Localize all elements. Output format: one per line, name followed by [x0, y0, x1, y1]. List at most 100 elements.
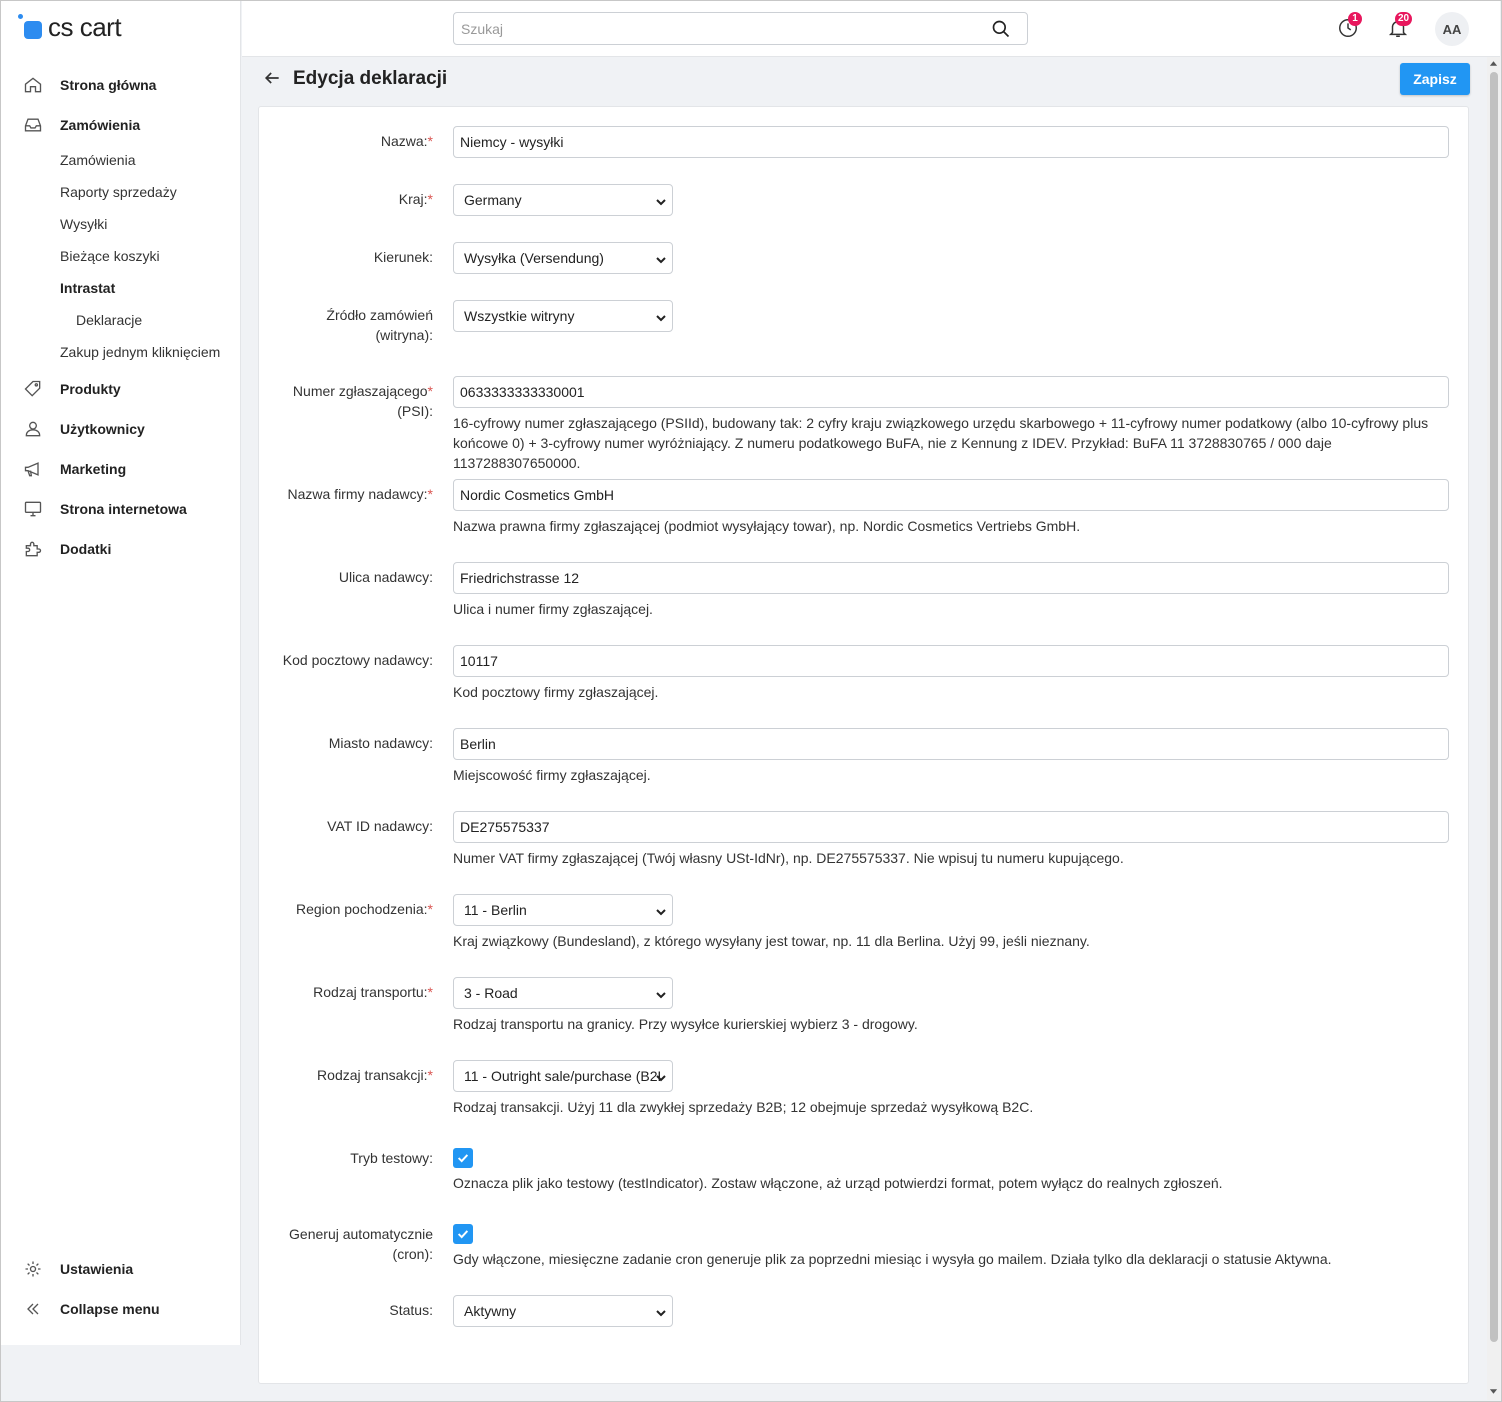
sidebar-subitem-carts[interactable]: Bieżące koszyki — [60, 248, 160, 264]
logo[interactable]: cs cart — [18, 11, 122, 42]
monitor-icon — [22, 498, 44, 520]
user-icon — [22, 418, 44, 440]
gear-icon — [22, 1258, 44, 1280]
search-input[interactable] — [454, 13, 974, 44]
transport-help: Rodzaj transportu na granicy. Przy wysył… — [453, 1016, 918, 1032]
source-select[interactable]: Wszystkie witryny — [453, 300, 673, 332]
topbar: 1 20 AA — [242, 0, 1500, 57]
sidebar-item-products[interactable]: Produkty — [22, 377, 121, 401]
sidebar-subitem-shipments[interactable]: Wysyłki — [60, 216, 107, 232]
search-icon[interactable] — [991, 19, 1011, 39]
country-label: Kraj:* — [398, 191, 433, 207]
scroll-up-arrow-icon[interactable] — [1489, 59, 1498, 67]
sidebar-subitem-orders[interactable]: Zamówienia — [60, 152, 135, 168]
check-icon — [457, 1154, 469, 1163]
sidebar-item-users[interactable]: Użytkownicy — [22, 417, 145, 441]
vat-help: Numer VAT firmy zgłaszającej (Twój własn… — [453, 850, 1124, 866]
test-mode-help: Oznacza plik jako testowy (testIndicator… — [453, 1175, 1223, 1191]
sidebar-item-label: Marketing — [60, 461, 127, 477]
transaction-label: Rodzaj transakcji:* — [317, 1067, 433, 1083]
megaphone-icon — [22, 458, 44, 480]
city-help: Miejscowość firmy zgłaszającej. — [453, 767, 651, 783]
scroll-down-arrow-icon[interactable] — [1489, 1388, 1498, 1396]
sidebar-item-website[interactable]: Strona internetowa — [22, 497, 187, 521]
sidebar-item-label: Zamówienia — [60, 117, 141, 133]
notifications-badge: 20 — [1395, 12, 1413, 26]
save-button[interactable]: Zapisz — [1400, 63, 1470, 95]
home-icon — [22, 74, 44, 96]
city-input[interactable] — [453, 728, 1449, 760]
zip-help: Kod pocztowy firmy zgłaszającej. — [453, 684, 659, 700]
country-select[interactable]: Germany — [453, 184, 673, 216]
transaction-help: Rodzaj transakcji. Użyj 11 dla zwykłej s… — [453, 1099, 1034, 1115]
help-badge: 1 — [1348, 12, 1362, 26]
sidebar-item-addons[interactable]: Dodatki — [22, 537, 111, 561]
chevron-down-icon — [655, 1071, 667, 1083]
avatar[interactable]: AA — [1435, 12, 1469, 46]
puzzle-icon — [22, 538, 44, 560]
zip-input[interactable] — [453, 645, 1449, 677]
collapse-menu-button[interactable]: Collapse menu — [22, 1297, 160, 1321]
check-icon — [457, 1230, 469, 1239]
psi-help: 16-cyfrowy numer zgłaszającego (PSIId), … — [453, 415, 1429, 471]
zip-label: Kod pocztowy nadawcy: — [282, 652, 433, 668]
source-label: Źródło zamówień (witryna): — [326, 307, 433, 343]
company-help: Nazwa prawna firmy zgłaszającej (podmiot… — [453, 518, 1081, 534]
chevron-down-icon — [655, 311, 667, 323]
help-button[interactable]: 1 — [1337, 12, 1362, 39]
auto-generate-checkbox[interactable] — [453, 1224, 473, 1244]
search-box — [453, 12, 1028, 45]
notifications-button[interactable]: 20 — [1387, 12, 1413, 39]
region-help: Kraj związkowy (Bundesland), z którego w… — [453, 933, 1090, 949]
logo-text: cs cart — [48, 11, 122, 42]
arrow-left-icon — [264, 72, 279, 84]
status-label: Status: — [389, 1302, 433, 1318]
psi-label: Numer zgłaszającego* (PSI): — [292, 383, 433, 419]
chevron-down-icon — [655, 988, 667, 1000]
back-button[interactable] — [262, 68, 284, 90]
sidebar-subitem-sales-reports[interactable]: Raporty sprzedaży — [60, 184, 177, 200]
vat-input[interactable] — [453, 811, 1449, 843]
direction-label: Kierunek: — [373, 249, 433, 265]
auto-generate-label: Generuj automatycznie (cron): — [289, 1226, 433, 1262]
transport-label: Rodzaj transportu:* — [313, 984, 433, 1000]
sidebar-item-orders[interactable]: Zamówienia — [22, 113, 140, 137]
sidebar-item-settings[interactable]: Ustawienia — [22, 1257, 133, 1281]
sidebar-item-home[interactable]: Strona główna — [22, 73, 156, 97]
chevron-down-icon — [655, 1306, 667, 1318]
sidebar-subitem-intrastat[interactable]: Intrastat — [60, 280, 115, 296]
sidebar: cs cart Strona główna Zamówienia Zamówie… — [0, 0, 241, 1345]
status-select[interactable]: Aktywny — [453, 1295, 673, 1327]
double-chevron-left-icon — [22, 1298, 44, 1320]
scrollbar-thumb[interactable] — [1490, 72, 1498, 1342]
vat-label: VAT ID nadawcy: — [327, 818, 433, 834]
psi-input[interactable] — [453, 376, 1449, 408]
company-input[interactable] — [453, 479, 1449, 511]
street-input[interactable] — [453, 562, 1449, 594]
street-label: Ulica nadawcy: — [338, 569, 433, 585]
sidebar-item-label: Produkty — [60, 381, 121, 397]
sidebar-item-label: Strona internetowa — [60, 501, 187, 517]
chevron-down-icon — [655, 905, 667, 917]
inbox-icon — [22, 114, 44, 136]
region-select[interactable]: 11 - Berlin — [453, 894, 673, 926]
transaction-select[interactable]: 11 - Outright sale/purchase (B2B — [453, 1060, 673, 1092]
sidebar-item-label: Dodatki — [60, 541, 112, 557]
sidebar-subitem-one-click[interactable]: Zakup jednym kliknięciem — [60, 344, 220, 360]
test-mode-checkbox[interactable] — [453, 1148, 473, 1168]
transport-select[interactable]: 3 - Road — [453, 977, 673, 1009]
city-label: Miasto nadawcy: — [328, 735, 433, 751]
sidebar-item-marketing[interactable]: Marketing — [22, 457, 126, 481]
name-input[interactable] — [453, 126, 1449, 158]
sidebar-subitem-declarations[interactable]: Deklaracje — [76, 312, 142, 328]
sidebar-item-label: Użytkownicy — [60, 421, 145, 437]
company-label: Nazwa firmy nadawcy:* — [287, 486, 434, 502]
tag-icon — [22, 378, 44, 400]
street-help: Ulica i numer firmy zgłaszającej. — [453, 601, 653, 617]
page-title: Edycja deklaracji — [293, 68, 448, 89]
auto-generate-help: Gdy włączone, miesięczne zadanie cron ge… — [453, 1251, 1332, 1267]
chevron-down-icon — [655, 253, 667, 265]
test-mode-label: Tryb testowy: — [350, 1150, 433, 1166]
logo-mark-icon — [18, 13, 46, 41]
direction-select[interactable]: Wysyłka (Versendung) — [453, 242, 673, 274]
